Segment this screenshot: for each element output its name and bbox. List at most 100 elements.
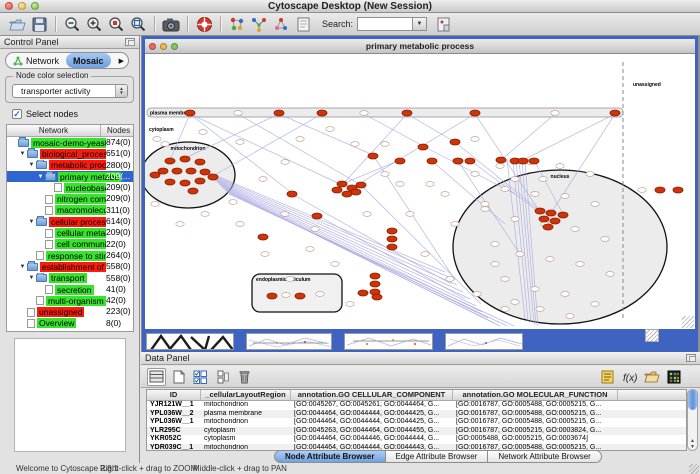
- network-node-red[interactable]: [558, 212, 568, 218]
- tree-row[interactable]: cell communicat22(0): [7, 239, 133, 250]
- table-row[interactable]: YPL036W__2plasma membrane[GO:0044464, GO…: [147, 410, 686, 419]
- network-node-red[interactable]: [370, 273, 380, 279]
- network-node[interactable]: [286, 277, 294, 282]
- tree-row[interactable]: ▼metabolic process280(0): [7, 160, 133, 171]
- network-node-red[interactable]: [610, 110, 620, 116]
- network-node-red[interactable]: [195, 159, 205, 165]
- network-node-red[interactable]: [539, 216, 549, 222]
- network-node-red[interactable]: [150, 172, 160, 178]
- tab-network[interactable]: Network: [6, 53, 66, 68]
- function-builder-button[interactable]: f(x): [620, 368, 639, 386]
- network-node-red[interactable]: [529, 158, 539, 164]
- network-node-red[interactable]: [395, 158, 405, 164]
- network-node[interactable]: [531, 287, 539, 292]
- create-attribute-button[interactable]: [169, 368, 188, 386]
- network-node[interactable]: [591, 302, 599, 307]
- network-node[interactable]: [531, 192, 539, 197]
- network-node-red[interactable]: [402, 110, 412, 116]
- network-node-red[interactable]: [387, 244, 397, 250]
- help-button[interactable]: [194, 14, 214, 34]
- network-node-red[interactable]: [418, 144, 428, 150]
- network-node[interactable]: [311, 227, 319, 232]
- network-node[interactable]: [546, 257, 554, 262]
- network-node[interactable]: [516, 252, 524, 257]
- background-window-fragment[interactable]: [445, 333, 523, 350]
- tab-network-attribute-browser[interactable]: Network Attribute Browser: [488, 450, 601, 463]
- select-attributes-button[interactable]: [191, 368, 210, 386]
- network-node[interactable]: [282, 293, 290, 298]
- network-node-red[interactable]: [453, 158, 463, 164]
- app-resize-grip[interactable]: [689, 464, 699, 474]
- tree-row[interactable]: mosaic-demo-yeast874(0): [7, 137, 133, 148]
- expand-arrow-icon[interactable]: ▼: [18, 264, 27, 270]
- network-node[interactable]: [346, 302, 354, 307]
- network-node-red[interactable]: [518, 158, 528, 164]
- attribute-list-button[interactable]: [598, 368, 617, 386]
- tree-row[interactable]: ▼primary metabo209(...: [7, 171, 133, 182]
- network-node[interactable]: [316, 292, 324, 297]
- network-node[interactable]: [501, 307, 509, 312]
- birdseye-view-panel[interactable]: [14, 338, 126, 452]
- network-node-red[interactable]: [188, 188, 198, 194]
- network-node-red[interactable]: [287, 191, 297, 197]
- network-node[interactable]: [176, 222, 184, 227]
- network-node-red[interactable]: [295, 293, 305, 299]
- network-node[interactable]: [551, 111, 559, 116]
- network-node[interactable]: [421, 252, 429, 257]
- column-header-id[interactable]: ID: [147, 390, 201, 400]
- network-view-window[interactable]: primary metabolic process plasma membran…: [142, 36, 698, 332]
- search-options-button[interactable]: [433, 14, 453, 34]
- tab-node-attribute-browser[interactable]: Node Attribute Browser: [274, 450, 386, 463]
- zoom-in-button[interactable]: [84, 14, 104, 34]
- network-node[interactable]: [229, 200, 237, 205]
- zoom-selected-region-button[interactable]: [106, 14, 126, 34]
- network-node[interactable]: [473, 292, 481, 297]
- zoom-out-button[interactable]: [62, 14, 82, 34]
- network-node[interactable]: [481, 202, 489, 207]
- background-window-fragment[interactable]: [146, 333, 234, 350]
- network-node-red[interactable]: [195, 178, 205, 184]
- network-node[interactable]: [259, 177, 267, 182]
- table-row[interactable]: YJR121W__1mitochondrion[GO:0045267, GO:0…: [147, 401, 686, 410]
- expand-arrow-icon[interactable]: ▼: [27, 219, 36, 225]
- tree-row[interactable]: ▼establishment of lo558(0): [7, 261, 133, 272]
- network-node[interactable]: [561, 194, 569, 199]
- network-node[interactable]: [511, 217, 519, 222]
- zoom-fit-content-button[interactable]: [128, 14, 148, 34]
- network-node[interactable]: [638, 188, 646, 193]
- network-node[interactable]: [153, 137, 161, 142]
- scrollbar-thumb[interactable]: [688, 390, 697, 410]
- expand-arrow-icon[interactable]: ▼: [18, 151, 27, 157]
- network-node-red[interactable]: [387, 236, 397, 242]
- network-window-titlebar[interactable]: primary metabolic process: [145, 39, 695, 54]
- network-node[interactable]: [566, 314, 574, 319]
- network-node[interactable]: [601, 237, 609, 242]
- network-node[interactable]: [261, 252, 269, 257]
- network-node-red[interactable]: [496, 157, 506, 163]
- network-node-red[interactable]: [368, 153, 378, 159]
- network-node-red[interactable]: [267, 293, 277, 299]
- expand-arrow-icon[interactable]: ▼: [36, 174, 45, 180]
- network-node[interactable]: [199, 130, 207, 135]
- network-node[interactable]: [511, 177, 519, 182]
- tab-overflow-arrow[interactable]: ▶: [119, 57, 124, 65]
- network-node-red[interactable]: [546, 210, 556, 216]
- table-scrollbar[interactable]: ▲▼: [687, 389, 698, 451]
- network-node[interactable]: [406, 212, 414, 217]
- network-node[interactable]: [536, 307, 544, 312]
- tree-row[interactable]: unassigned223(0): [7, 306, 133, 317]
- network-node[interactable]: [481, 207, 489, 212]
- network-node[interactable]: [576, 262, 584, 267]
- network-node[interactable]: [396, 182, 404, 187]
- node-color-dropdown[interactable]: transporter activity ▲▼: [12, 84, 128, 98]
- network-node[interactable]: [491, 242, 499, 247]
- network-node[interactable]: [491, 262, 499, 267]
- window-resize-grip[interactable]: [645, 329, 659, 342]
- attribute-heatmap-button[interactable]: [664, 368, 683, 386]
- network-node[interactable]: [363, 212, 371, 217]
- background-window-fragment[interactable]: [246, 333, 332, 350]
- expand-arrow-icon[interactable]: ▼: [27, 275, 36, 281]
- apply-layout-button[interactable]: [249, 14, 269, 34]
- network-node[interactable]: [606, 272, 614, 277]
- network-node[interactable]: [306, 247, 314, 252]
